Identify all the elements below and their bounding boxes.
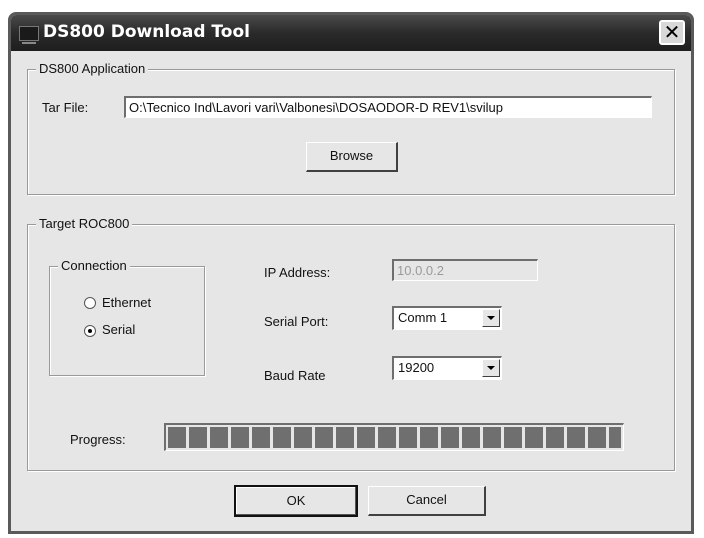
baud-rate-select[interactable]: 19200 xyxy=(392,356,502,380)
baud-rate-label: Baud Rate xyxy=(264,368,326,383)
ethernet-radio[interactable] xyxy=(84,297,96,309)
tar-file-input[interactable]: O:\Tecnico Ind\Lavori vari\Valbonesi\DOS… xyxy=(124,96,652,118)
connection-group: Connection Ethernet Serial xyxy=(49,258,205,376)
app-icon xyxy=(19,26,39,44)
ip-address-input: 10.0.0.2 xyxy=(392,259,538,281)
chevron-down-icon[interactable] xyxy=(482,359,500,377)
cancel-button[interactable]: Cancel xyxy=(368,486,486,516)
progress-label: Progress: xyxy=(70,432,126,447)
tar-file-label: Tar File: xyxy=(42,100,89,115)
progress-bar xyxy=(164,423,624,451)
download-tool-window: DS800 Download Tool ✕ DS800 Application … xyxy=(8,12,694,534)
serial-radio[interactable] xyxy=(84,325,96,337)
ip-address-label: IP Address: xyxy=(264,265,331,280)
target-roc800-legend: Target ROC800 xyxy=(36,216,133,231)
ok-button[interactable]: OK xyxy=(234,485,358,517)
close-icon: ✕ xyxy=(663,20,681,44)
baud-rate-value: 19200 xyxy=(398,360,435,375)
serial-port-label: Serial Port: xyxy=(264,314,329,329)
window-title: DS800 Download Tool xyxy=(43,22,250,42)
chevron-down-icon[interactable] xyxy=(482,309,500,327)
connection-legend: Connection xyxy=(58,258,130,273)
serial-port-select[interactable]: Comm 1 xyxy=(392,306,502,330)
serial-label: Serial xyxy=(102,322,136,337)
ethernet-label: Ethernet xyxy=(102,295,152,310)
title-bar[interactable]: DS800 Download Tool ✕ xyxy=(11,15,691,51)
ds800-application-legend: DS800 Application xyxy=(36,61,149,76)
serial-port-value: Comm 1 xyxy=(398,310,448,325)
ds800-application-group: DS800 Application Tar File: O:\Tecnico I… xyxy=(27,61,675,195)
close-button[interactable]: ✕ xyxy=(659,20,685,45)
progress-bar-fill xyxy=(168,427,621,448)
browse-button[interactable]: Browse xyxy=(306,142,398,172)
target-roc800-group: Target ROC800 Connection Ethernet Serial… xyxy=(27,216,675,471)
